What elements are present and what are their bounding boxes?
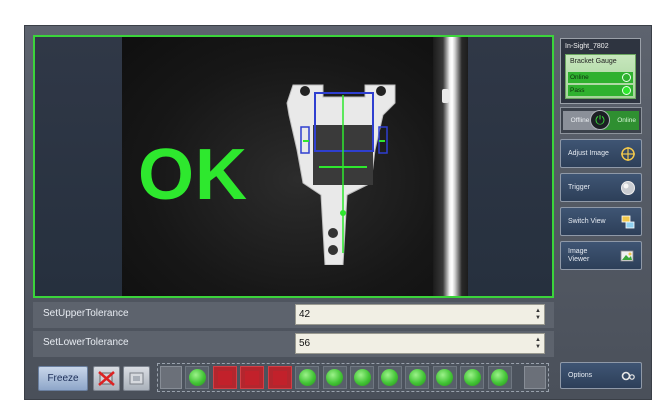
clear-icon — [98, 371, 115, 386]
online-status: Online — [568, 72, 633, 83]
lower-tolerance-input[interactable]: 56 ▲ ▼ — [295, 333, 545, 354]
crosshair-icon — [621, 147, 635, 161]
pass-indicator-icon — [622, 86, 631, 95]
gear-icon — [621, 371, 635, 381]
filmstrip-slot-fail[interactable] — [212, 366, 237, 389]
image-margin-right — [468, 37, 552, 296]
image-viewer-icon — [620, 250, 634, 262]
filmstrip-slot-pass[interactable] — [405, 366, 429, 389]
filmstrip-prev-button[interactable] — [160, 366, 182, 389]
upper-tolerance-label: SetUpperTolerance — [43, 308, 129, 319]
upper-tolerance-spinner[interactable]: ▲ ▼ — [534, 308, 542, 323]
adjust-image-button[interactable]: Adjust Image — [560, 139, 642, 168]
switch-view-label: Switch View — [568, 217, 606, 225]
lower-tolerance-label: SetLowerTolerance — [43, 337, 129, 348]
image-margin-left — [35, 37, 122, 296]
pass-indicator-icon — [381, 369, 398, 386]
right-panel: In-Sight_7802 Bracket Gauge Online Pass … — [557, 35, 645, 391]
pass-indicator-icon — [436, 369, 453, 386]
image-viewer-label: Image Viewer — [568, 247, 590, 263]
upper-tolerance-input[interactable]: 42 ▲ ▼ — [295, 304, 545, 325]
pass-indicator-icon — [353, 369, 371, 386]
switch-view-icon — [621, 215, 635, 229]
bracket-part-image — [286, 84, 396, 265]
filmstrip-slot-pass[interactable] — [350, 366, 374, 389]
image-display[interactable]: OK — [33, 35, 554, 298]
param-row-upper-tolerance: SetUpperTolerance 42 ▲ ▼ — [33, 302, 554, 328]
fail-indicator-icon — [272, 370, 287, 385]
filmstrip-slot-fail[interactable] — [267, 366, 292, 389]
freeze-button[interactable]: Freeze — [38, 366, 88, 391]
filmstrip-next-button[interactable] — [524, 366, 546, 389]
filmstrip-settings-button[interactable] — [123, 366, 150, 391]
power-toggle-icon[interactable]: ⏻ — [590, 110, 610, 130]
job-name: Bracket Gauge — [570, 58, 617, 65]
options-label: Options — [568, 371, 593, 379]
trigger-button[interactable]: Trigger — [560, 173, 642, 202]
adjust-image-label: Adjust Image — [568, 149, 609, 157]
pass-indicator-icon — [326, 369, 343, 386]
filmstrip-slot-pass[interactable] — [377, 366, 402, 389]
image-viewer-button[interactable]: Image Viewer — [560, 241, 642, 270]
pass-indicator-icon — [408, 369, 426, 386]
trigger-icon — [621, 181, 635, 195]
fixture-knob — [442, 89, 449, 103]
options-button[interactable]: Options — [560, 362, 642, 389]
power-icon — [622, 73, 631, 82]
online-toggle[interactable]: Offline Online ⏻ — [560, 107, 642, 134]
result-ok-label: OK — [138, 135, 248, 215]
filmstrip-slot-fail[interactable] — [240, 366, 264, 389]
filmstrip-slot-pass[interactable] — [322, 366, 347, 389]
online-status-label: Online — [570, 74, 589, 81]
pass-status: Pass — [568, 85, 633, 96]
clear-filmstrip-button[interactable] — [93, 366, 120, 391]
filmstrip — [157, 363, 549, 392]
switch-view-button[interactable]: Switch View — [560, 207, 642, 236]
fail-indicator-icon — [217, 370, 232, 385]
fail-indicator-icon — [245, 370, 259, 385]
lower-tolerance-value: 56 — [299, 338, 311, 349]
filmstrip-slot-pass[interactable] — [460, 366, 484, 389]
job-status-panel: Bracket Gauge Online Pass — [565, 54, 636, 99]
filmstrip-slot-pass[interactable] — [487, 366, 512, 389]
filmstrip-icon — [129, 372, 144, 385]
filmstrip-slot-pass[interactable] — [295, 366, 319, 389]
pass-indicator-icon — [188, 369, 206, 386]
lower-tolerance-spinner[interactable]: ▲ ▼ — [534, 337, 542, 352]
filmstrip-slot-pass[interactable] — [432, 366, 457, 389]
param-row-lower-tolerance: SetLowerTolerance 56 ▲ ▼ — [33, 331, 554, 357]
upper-tolerance-value: 42 — [299, 309, 311, 320]
fixture-rail — [433, 37, 473, 296]
sensor-name: In-Sight_7802 — [565, 43, 609, 50]
pass-indicator-icon — [491, 369, 508, 386]
sensor-status-box: In-Sight_7802 Bracket Gauge Online Pass — [560, 38, 641, 104]
pass-status-label: Pass — [570, 87, 585, 94]
pass-indicator-icon — [463, 369, 481, 386]
pass-indicator-icon — [298, 369, 316, 386]
trigger-label: Trigger — [568, 183, 590, 191]
filmstrip-slot-pass[interactable] — [185, 366, 209, 389]
